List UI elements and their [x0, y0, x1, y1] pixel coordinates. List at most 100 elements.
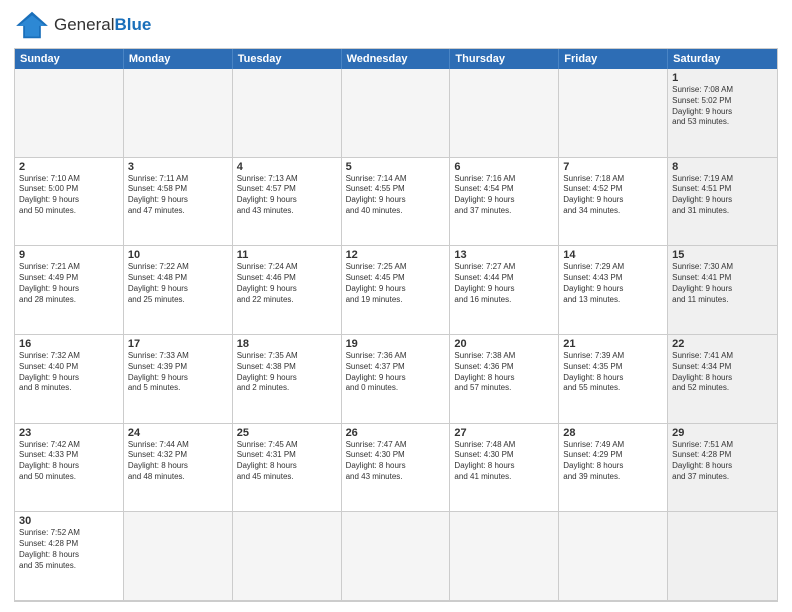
day-cell-15: 15Sunrise: 7:30 AM Sunset: 4:41 PM Dayli… [668, 246, 777, 335]
empty-cell-39 [450, 512, 559, 601]
day-number: 21 [563, 338, 663, 350]
day-number: 28 [563, 427, 663, 439]
day-header-tuesday: Tuesday [233, 49, 342, 69]
day-number: 15 [672, 249, 773, 261]
day-cell-13: 13Sunrise: 7:27 AM Sunset: 4:44 PM Dayli… [450, 246, 559, 335]
day-cell-20: 20Sunrise: 7:38 AM Sunset: 4:36 PM Dayli… [450, 335, 559, 424]
empty-cell-38 [342, 512, 451, 601]
empty-cell-4 [450, 69, 559, 158]
empty-cell-41 [668, 512, 777, 601]
day-number: 11 [237, 249, 337, 261]
cell-info: Sunrise: 7:14 AM Sunset: 4:55 PM Dayligh… [346, 174, 446, 217]
day-cell-27: 27Sunrise: 7:48 AM Sunset: 4:30 PM Dayli… [450, 424, 559, 513]
day-number: 17 [128, 338, 228, 350]
cell-info: Sunrise: 7:38 AM Sunset: 4:36 PM Dayligh… [454, 351, 554, 394]
cell-info: Sunrise: 7:51 AM Sunset: 4:28 PM Dayligh… [672, 440, 773, 483]
empty-cell-1 [124, 69, 233, 158]
cell-info: Sunrise: 7:42 AM Sunset: 4:33 PM Dayligh… [19, 440, 119, 483]
day-cell-23: 23Sunrise: 7:42 AM Sunset: 4:33 PM Dayli… [15, 424, 124, 513]
header: GeneralBlue [14, 10, 778, 40]
day-cell-14: 14Sunrise: 7:29 AM Sunset: 4:43 PM Dayli… [559, 246, 668, 335]
cell-info: Sunrise: 7:36 AM Sunset: 4:37 PM Dayligh… [346, 351, 446, 394]
cell-info: Sunrise: 7:24 AM Sunset: 4:46 PM Dayligh… [237, 262, 337, 305]
cell-info: Sunrise: 7:49 AM Sunset: 4:29 PM Dayligh… [563, 440, 663, 483]
day-number: 12 [346, 249, 446, 261]
empty-cell-40 [559, 512, 668, 601]
empty-cell-37 [233, 512, 342, 601]
day-number: 13 [454, 249, 554, 261]
day-cell-11: 11Sunrise: 7:24 AM Sunset: 4:46 PM Dayli… [233, 246, 342, 335]
day-number: 19 [346, 338, 446, 350]
calendar: SundayMondayTuesdayWednesdayThursdayFrid… [14, 48, 778, 602]
logo-text: GeneralBlue [54, 15, 151, 35]
day-number: 29 [672, 427, 773, 439]
day-number: 16 [19, 338, 119, 350]
day-cell-24: 24Sunrise: 7:44 AM Sunset: 4:32 PM Dayli… [124, 424, 233, 513]
day-number: 3 [128, 161, 228, 173]
day-cell-17: 17Sunrise: 7:33 AM Sunset: 4:39 PM Dayli… [124, 335, 233, 424]
day-cell-6: 6Sunrise: 7:16 AM Sunset: 4:54 PM Daylig… [450, 158, 559, 247]
day-number: 1 [672, 72, 773, 84]
day-header-wednesday: Wednesday [342, 49, 451, 69]
cell-info: Sunrise: 7:18 AM Sunset: 4:52 PM Dayligh… [563, 174, 663, 217]
day-header-thursday: Thursday [450, 49, 559, 69]
cell-info: Sunrise: 7:35 AM Sunset: 4:38 PM Dayligh… [237, 351, 337, 394]
day-number: 2 [19, 161, 119, 173]
cell-info: Sunrise: 7:19 AM Sunset: 4:51 PM Dayligh… [672, 174, 773, 217]
day-number: 10 [128, 249, 228, 261]
day-cell-4: 4Sunrise: 7:13 AM Sunset: 4:57 PM Daylig… [233, 158, 342, 247]
empty-cell-3 [342, 69, 451, 158]
day-number: 18 [237, 338, 337, 350]
day-headers: SundayMondayTuesdayWednesdayThursdayFrid… [15, 49, 777, 69]
day-number: 27 [454, 427, 554, 439]
day-cell-1: 1Sunrise: 7:08 AM Sunset: 5:02 PM Daylig… [668, 69, 777, 158]
cell-info: Sunrise: 7:29 AM Sunset: 4:43 PM Dayligh… [563, 262, 663, 305]
day-cell-8: 8Sunrise: 7:19 AM Sunset: 4:51 PM Daylig… [668, 158, 777, 247]
day-header-monday: Monday [124, 49, 233, 69]
day-number: 5 [346, 161, 446, 173]
cell-info: Sunrise: 7:27 AM Sunset: 4:44 PM Dayligh… [454, 262, 554, 305]
day-cell-2: 2Sunrise: 7:10 AM Sunset: 5:00 PM Daylig… [15, 158, 124, 247]
day-cell-9: 9Sunrise: 7:21 AM Sunset: 4:49 PM Daylig… [15, 246, 124, 335]
day-cell-21: 21Sunrise: 7:39 AM Sunset: 4:35 PM Dayli… [559, 335, 668, 424]
day-cell-3: 3Sunrise: 7:11 AM Sunset: 4:58 PM Daylig… [124, 158, 233, 247]
logo: GeneralBlue [14, 10, 151, 40]
day-header-friday: Friday [559, 49, 668, 69]
day-header-saturday: Saturday [668, 49, 777, 69]
day-number: 4 [237, 161, 337, 173]
calendar-grid: 1Sunrise: 7:08 AM Sunset: 5:02 PM Daylig… [15, 69, 777, 601]
day-cell-22: 22Sunrise: 7:41 AM Sunset: 4:34 PM Dayli… [668, 335, 777, 424]
empty-cell-2 [233, 69, 342, 158]
day-header-sunday: Sunday [15, 49, 124, 69]
cell-info: Sunrise: 7:16 AM Sunset: 4:54 PM Dayligh… [454, 174, 554, 217]
cell-info: Sunrise: 7:52 AM Sunset: 4:28 PM Dayligh… [19, 528, 119, 571]
day-cell-29: 29Sunrise: 7:51 AM Sunset: 4:28 PM Dayli… [668, 424, 777, 513]
day-number: 23 [19, 427, 119, 439]
cell-info: Sunrise: 7:22 AM Sunset: 4:48 PM Dayligh… [128, 262, 228, 305]
day-cell-18: 18Sunrise: 7:35 AM Sunset: 4:38 PM Dayli… [233, 335, 342, 424]
cell-info: Sunrise: 7:32 AM Sunset: 4:40 PM Dayligh… [19, 351, 119, 394]
day-number: 9 [19, 249, 119, 261]
cell-info: Sunrise: 7:10 AM Sunset: 5:00 PM Dayligh… [19, 174, 119, 217]
cell-info: Sunrise: 7:33 AM Sunset: 4:39 PM Dayligh… [128, 351, 228, 394]
cell-info: Sunrise: 7:13 AM Sunset: 4:57 PM Dayligh… [237, 174, 337, 217]
day-cell-10: 10Sunrise: 7:22 AM Sunset: 4:48 PM Dayli… [124, 246, 233, 335]
empty-cell-5 [559, 69, 668, 158]
day-cell-28: 28Sunrise: 7:49 AM Sunset: 4:29 PM Dayli… [559, 424, 668, 513]
day-number: 14 [563, 249, 663, 261]
cell-info: Sunrise: 7:44 AM Sunset: 4:32 PM Dayligh… [128, 440, 228, 483]
cell-info: Sunrise: 7:39 AM Sunset: 4:35 PM Dayligh… [563, 351, 663, 394]
day-number: 30 [19, 515, 119, 527]
day-cell-7: 7Sunrise: 7:18 AM Sunset: 4:52 PM Daylig… [559, 158, 668, 247]
day-cell-16: 16Sunrise: 7:32 AM Sunset: 4:40 PM Dayli… [15, 335, 124, 424]
cell-info: Sunrise: 7:08 AM Sunset: 5:02 PM Dayligh… [672, 85, 773, 128]
cell-info: Sunrise: 7:21 AM Sunset: 4:49 PM Dayligh… [19, 262, 119, 305]
empty-cell-36 [124, 512, 233, 601]
day-number: 26 [346, 427, 446, 439]
day-cell-26: 26Sunrise: 7:47 AM Sunset: 4:30 PM Dayli… [342, 424, 451, 513]
page: GeneralBlue SundayMondayTuesdayWednesday… [0, 0, 792, 612]
day-cell-25: 25Sunrise: 7:45 AM Sunset: 4:31 PM Dayli… [233, 424, 342, 513]
cell-info: Sunrise: 7:48 AM Sunset: 4:30 PM Dayligh… [454, 440, 554, 483]
cell-info: Sunrise: 7:11 AM Sunset: 4:58 PM Dayligh… [128, 174, 228, 217]
day-number: 6 [454, 161, 554, 173]
